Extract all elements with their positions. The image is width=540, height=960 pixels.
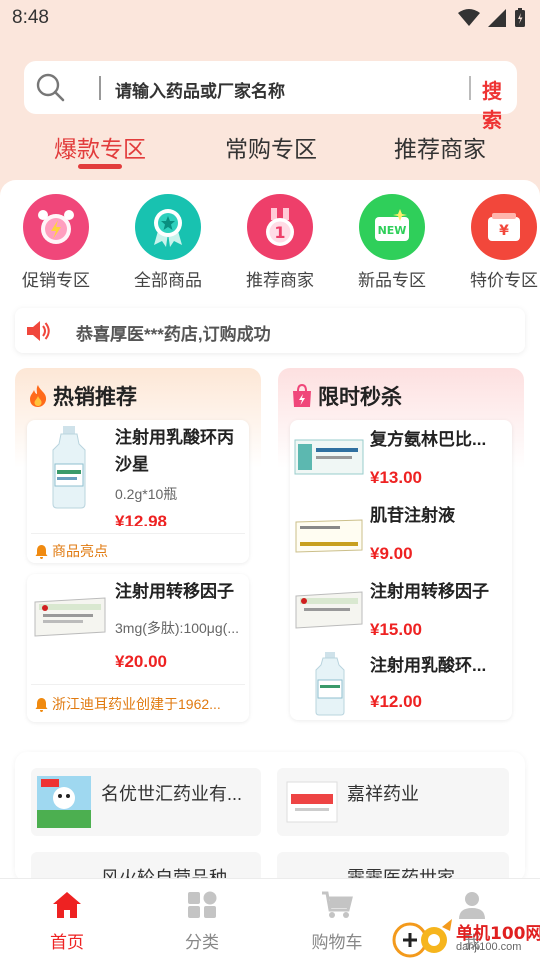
nav-category[interactable]: 分类 <box>157 891 247 953</box>
svg-text:1: 1 <box>274 223 285 242</box>
product-image-vial <box>52 426 86 509</box>
category-all-products[interactable]: 全部商品 <box>122 194 214 291</box>
grid-category-icon <box>188 891 217 918</box>
tab-hot-zone[interactable]: 爆款专区 <box>54 130 146 164</box>
supplier-name: 嘉祥药业 <box>347 784 419 804</box>
watermark-url: danji100.com <box>456 941 522 953</box>
notice-text: 恭喜厚医***药店,订购成功 <box>76 325 271 344</box>
shopping-bag-bolt-icon <box>293 384 311 407</box>
flash-item-4[interactable]: 注射用乳酸环... ¥12.00 <box>290 648 512 720</box>
category-label: 特价专区 <box>470 271 538 290</box>
hot-product-card-1[interactable]: 注射用乳酸环丙沙星 0.2g*10瓶 ¥12.98 商品亮点 <box>27 420 249 563</box>
supplier-item[interactable]: 嘉祥药业 <box>277 768 509 836</box>
search-button[interactable]: 搜索 <box>482 75 517 133</box>
product-price: ¥9.00 <box>370 544 413 563</box>
new-badge-icon: NEW <box>359 194 425 260</box>
watermark-logo-icon <box>392 919 452 958</box>
hot-sales-panel: 热销推荐 注射用乳酸环丙沙星 0.2g*10瓶 ¥12.98 商品亮点 注射用转… <box>15 368 261 737</box>
category-special-offer[interactable]: ¥ 特价专区 <box>458 194 540 291</box>
bell-icon <box>35 697 48 712</box>
tab-active-indicator <box>78 164 122 169</box>
bell-icon <box>35 544 48 559</box>
product-price: ¥12.00 <box>370 692 422 711</box>
ribbon-medal-icon: 1 <box>247 194 313 260</box>
product-spec: 3mg(多肽):100μg(... <box>115 620 239 636</box>
product-highlight: 浙江迪耳药业创建于1962... <box>35 694 221 714</box>
flash-item-2[interactable]: 肌苷注射液 ¥9.00 <box>290 496 512 572</box>
category-new-products[interactable]: NEW 新品专区 <box>346 194 438 291</box>
nav-home[interactable]: 首页 <box>22 891 112 953</box>
supplier-logo <box>37 776 91 828</box>
panel-title-text: 限时秒杀 <box>318 386 402 409</box>
product-highlight: 商品亮点 <box>35 541 108 561</box>
category-label: 促销专区 <box>22 271 90 290</box>
svg-text:NEW: NEW <box>378 224 407 237</box>
nav-label: 首页 <box>50 933 84 952</box>
battery-icon <box>515 8 525 27</box>
supplier-section: 名优世汇药业有... 嘉祥药业 风火轮自营品种 霁霁医药世家 <box>15 752 525 920</box>
flash-sale-panel: 限时秒杀 复方氨林巴比... ¥13.00 肌苷注射液 ¥9.00 注射用转移因… <box>278 368 524 737</box>
product-name: 注射用转移因子 <box>115 582 234 601</box>
watermark: 单机100网 danji100.com <box>392 913 540 960</box>
flame-icon <box>30 385 47 407</box>
product-name: 注射用乳酸环丙沙星 <box>115 428 234 474</box>
status-bar: 8:48 <box>0 0 540 36</box>
hot-sales-title: 热销推荐 <box>27 381 137 411</box>
category-label: 全部商品 <box>134 271 202 290</box>
divider <box>31 684 245 685</box>
alarm-clock-icon <box>23 194 89 260</box>
product-spec: 0.2g*10瓶 <box>115 486 178 502</box>
order-notice-bar[interactable]: 恭喜厚医***药店,订购成功 <box>15 308 525 353</box>
nav-label: 购物车 <box>311 933 363 952</box>
product-image-vial <box>315 652 345 716</box>
product-image-box <box>34 597 106 637</box>
highlight-text: 浙江迪耳药业创建于1962... <box>52 696 221 712</box>
search-icon <box>36 73 65 102</box>
product-name: 注射用乳酸环... <box>370 656 487 675</box>
supplier-item[interactable]: 名优世汇药业有... <box>31 768 261 836</box>
flash-sale-list: 复方氨林巴比... ¥13.00 肌苷注射液 ¥9.00 注射用转移因子 ¥15… <box>290 420 512 720</box>
tab-frequent-zone[interactable]: 常购专区 <box>225 130 317 164</box>
svg-text:¥: ¥ <box>499 223 509 239</box>
search-bar[interactable]: 请输入药品或厂家名称 搜索 <box>24 61 517 132</box>
flash-item-1[interactable]: 复方氨林巴比... ¥13.00 <box>290 420 512 496</box>
system-icons <box>458 8 526 28</box>
category-promotion[interactable]: 促销专区 <box>10 194 102 291</box>
product-image-box <box>295 591 363 629</box>
product-image-box <box>295 519 363 553</box>
category-recommended[interactable]: 1 推荐商家 <box>234 194 326 291</box>
product-price: ¥12.98 <box>115 512 167 526</box>
nav-cart[interactable]: 购物车 <box>292 891 382 953</box>
coupon-yen-icon: ¥ <box>471 194 537 260</box>
signal-icon <box>488 9 506 27</box>
search-divider <box>99 76 101 100</box>
divider <box>31 533 245 534</box>
supplier-logo <box>286 781 338 823</box>
status-time: 8:48 <box>12 7 49 28</box>
flash-sale-title: 限时秒杀 <box>290 381 402 411</box>
home-icon <box>53 892 81 918</box>
product-price: ¥15.00 <box>370 620 422 639</box>
product-name: 肌苷注射液 <box>370 506 455 525</box>
product-image-box <box>294 439 364 475</box>
product-name: 复方氨林巴比... <box>370 430 487 449</box>
medal-star-icon <box>135 194 201 260</box>
product-name: 注射用转移因子 <box>370 582 489 601</box>
category-label: 新品专区 <box>358 271 426 290</box>
search-input[interactable]: 请输入药品或厂家名称 <box>115 77 285 102</box>
nav-label: 分类 <box>185 933 219 952</box>
product-price: ¥13.00 <box>370 468 422 487</box>
search-divider-right <box>469 76 471 100</box>
category-label: 推荐商家 <box>246 271 314 290</box>
panel-title-text: 热销推荐 <box>53 386 137 409</box>
wifi-icon <box>458 9 480 26</box>
hot-product-card-2[interactable]: 注射用转移因子 3mg(多肽):100μg(... ¥20.00 浙江迪耳药业创… <box>27 574 249 722</box>
tab-recommended-merchants[interactable]: 推荐商家 <box>394 130 486 164</box>
flash-item-3[interactable]: 注射用转移因子 ¥15.00 <box>290 572 512 648</box>
highlight-text: 商品亮点 <box>52 543 108 559</box>
product-price: ¥20.00 <box>115 652 167 671</box>
cart-icon <box>322 891 353 918</box>
supplier-name: 名优世汇药业有... <box>101 784 243 804</box>
speaker-icon <box>27 321 50 341</box>
